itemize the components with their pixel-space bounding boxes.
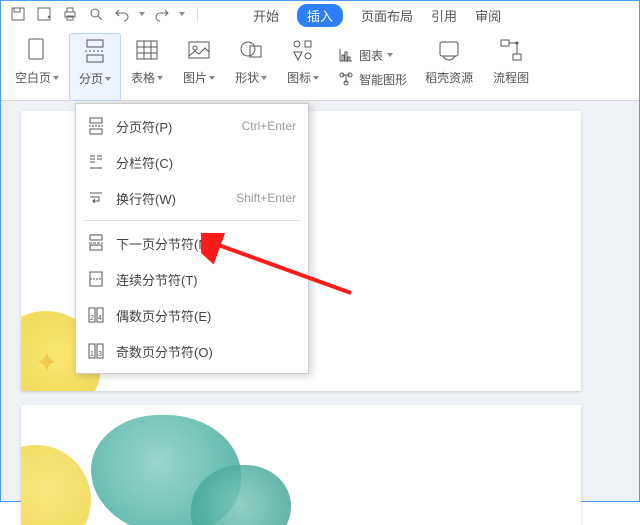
menu-shortcut: Shift+Enter [236, 191, 296, 205]
ribbon-picture[interactable]: 图片 [173, 33, 225, 101]
chart-icon [337, 46, 355, 64]
tab-review[interactable]: 审阅 [475, 6, 501, 25]
menu-line-break[interactable]: 换行符(W) Shift+Enter [76, 180, 308, 216]
menu-label: 奇数页分节符(O) [116, 342, 213, 361]
print-icon[interactable] [61, 5, 79, 23]
menu-odd-page-section[interactable]: 13 奇数页分节符(O) [76, 333, 308, 369]
ribbon-label: 稻壳资源 [425, 69, 473, 86]
blank-page-icon [23, 33, 51, 67]
chevron-down-icon [105, 77, 111, 81]
menu-separator [84, 220, 300, 221]
ribbon-chart[interactable]: 图表 [337, 46, 407, 64]
menu-label: 下一页分节符(N) [116, 234, 212, 253]
redo-dropdown-caret[interactable] [179, 12, 185, 16]
ribbon-label: 空白页 [15, 69, 51, 86]
table-icon [133, 33, 161, 67]
menu-label: 分页符(P) [116, 117, 172, 136]
decorative-star: ✦ [35, 346, 58, 379]
page-break-icon [81, 34, 109, 68]
menu-page-break[interactable]: 分页符(P) Ctrl+Enter [76, 108, 308, 144]
svg-text:4: 4 [98, 315, 102, 322]
flowchart-icon [497, 33, 525, 67]
svg-text:3: 3 [98, 351, 102, 358]
redo-icon[interactable] [153, 5, 171, 23]
line-break-icon [86, 188, 106, 208]
tab-layout[interactable]: 页面布局 [361, 6, 413, 25]
ribbon-label: 图表 [359, 47, 383, 64]
ribbon-icon[interactable]: 图标 [277, 33, 329, 101]
menu-label: 换行符(W) [116, 189, 176, 208]
page-2[interactable] [21, 405, 581, 525]
ribbon-label: 形状 [235, 69, 259, 86]
decorative-blob [21, 445, 91, 525]
menu-column-break[interactable]: 分栏符(C) [76, 144, 308, 180]
save-icon[interactable] [9, 5, 27, 23]
menu-shortcut: Ctrl+Enter [242, 119, 296, 133]
ribbon-label: 图片 [183, 69, 207, 86]
ribbon-label: 表格 [131, 69, 155, 86]
picture-icon [185, 33, 213, 67]
column-break-icon [86, 152, 106, 172]
page-break-icon [86, 116, 106, 136]
menu-next-page-section[interactable]: 下一页分节符(N) [76, 225, 308, 261]
page-break-dropdown: 分页符(P) Ctrl+Enter 分栏符(C) 换行符(W) Shift+En… [75, 103, 309, 374]
undo-icon[interactable] [113, 5, 131, 23]
chevron-down-icon [261, 76, 267, 80]
section-break-continuous-icon [86, 269, 106, 289]
chevron-down-icon [53, 76, 59, 80]
tab-strip: 开始 插入 页面布局 引用 审阅 [239, 3, 501, 27]
svg-text:1: 1 [90, 351, 94, 358]
ribbon-smartart[interactable]: 智能图形 [337, 70, 407, 88]
ribbon-resource[interactable]: 稻壳资源 [415, 33, 483, 101]
menu-label: 连续分节符(T) [116, 270, 198, 289]
ribbon-table[interactable]: 表格 [121, 33, 173, 101]
menu-label: 偶数页分节符(E) [116, 306, 211, 325]
menu-continuous-section[interactable]: 连续分节符(T) [76, 261, 308, 297]
tab-reference[interactable]: 引用 [431, 6, 457, 25]
section-break-even-icon: 24 [86, 305, 106, 325]
ribbon-shape[interactable]: 形状 [225, 33, 277, 101]
ribbon-page-break[interactable]: 分页 [69, 33, 121, 101]
chevron-down-icon [387, 53, 393, 57]
chevron-down-icon [313, 76, 319, 80]
ribbon-chart-smartart: 图表 智能图形 [329, 33, 415, 101]
menu-even-page-section[interactable]: 24 偶数页分节符(E) [76, 297, 308, 333]
menu-label: 分栏符(C) [116, 153, 173, 172]
ribbon-label: 智能图形 [359, 71, 407, 88]
ribbon-blank-page[interactable]: 空白页 [5, 33, 69, 101]
section-break-next-icon [86, 233, 106, 253]
chevron-down-icon [209, 76, 215, 80]
shape-icon [237, 33, 265, 67]
ribbon-label: 分页 [79, 70, 103, 87]
save-as-icon[interactable] [35, 5, 53, 23]
print-preview-icon[interactable] [87, 5, 105, 23]
ribbon: 空白页 分页 表格 图片 形状 图标 图表 [1, 27, 639, 101]
ribbon-flowchart[interactable]: 流程图 [483, 33, 539, 101]
icons-icon [289, 33, 317, 67]
ribbon-label: 图标 [287, 69, 311, 86]
smartart-icon [337, 70, 355, 88]
svg-text:2: 2 [90, 315, 94, 322]
undo-dropdown-caret[interactable] [139, 12, 145, 16]
resource-icon [435, 33, 463, 67]
tab-insert[interactable]: 插入 [297, 4, 343, 27]
section-break-odd-icon: 13 [86, 341, 106, 361]
tab-start[interactable]: 开始 [253, 6, 279, 25]
ribbon-label: 流程图 [493, 69, 529, 86]
chevron-down-icon [157, 76, 163, 80]
